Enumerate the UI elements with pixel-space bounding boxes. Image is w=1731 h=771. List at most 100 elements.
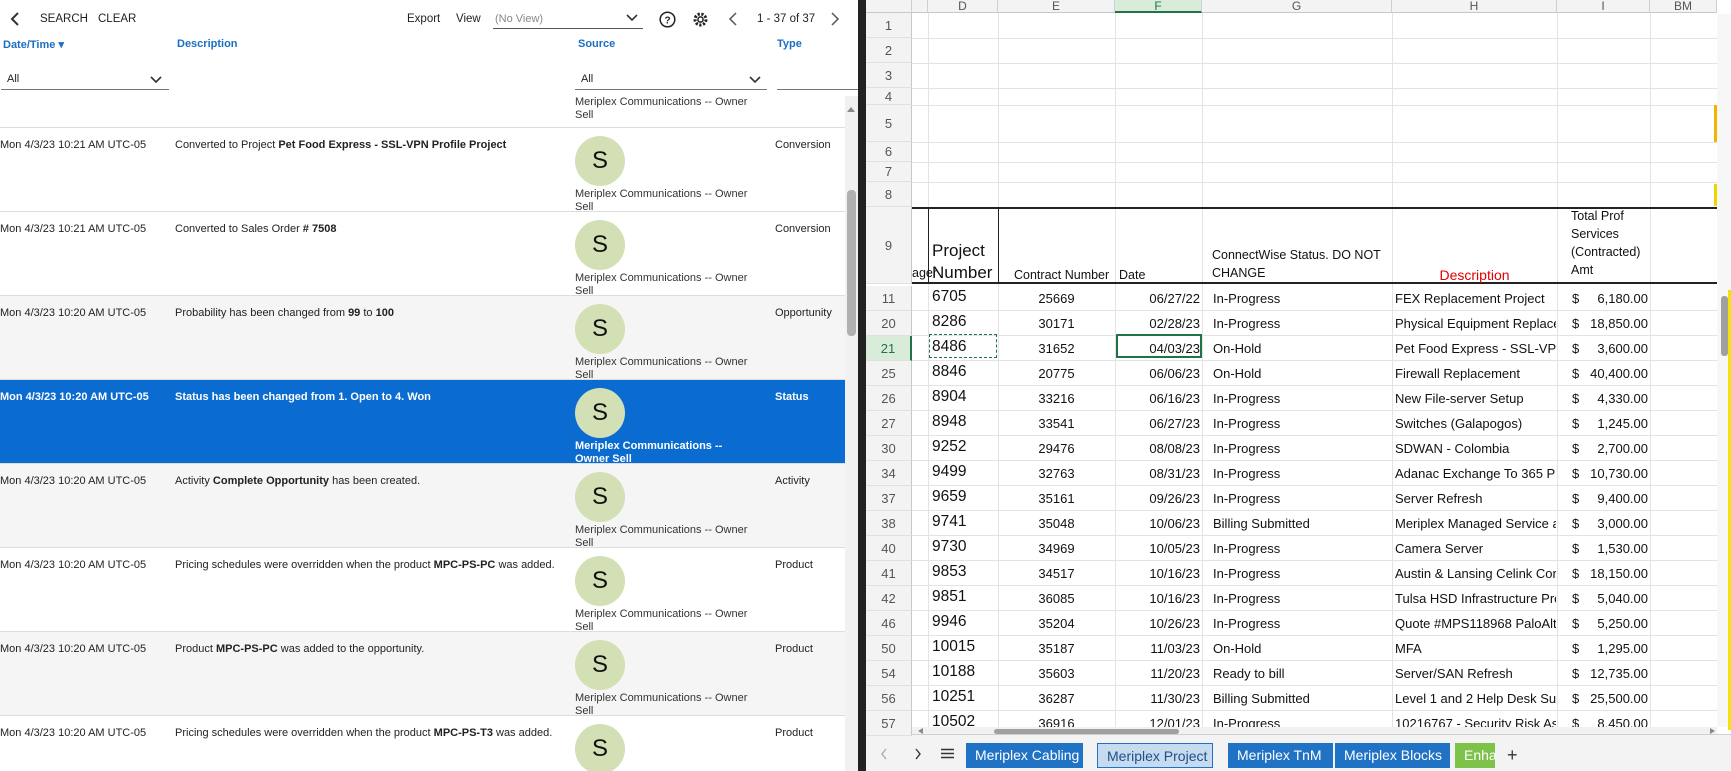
cell-contract-number[interactable]: 34517 xyxy=(998,566,1115,581)
cell-date[interactable]: 06/16/23 xyxy=(1115,391,1200,406)
cell-project-number[interactable]: 9499 xyxy=(932,463,998,481)
datetime-filter-select[interactable]: All xyxy=(1,70,169,90)
row-header[interactable]: 20 xyxy=(866,311,912,336)
cell-amount[interactable]: 3,000.00 xyxy=(1576,516,1648,531)
cell-description[interactable]: Server Refresh xyxy=(1395,491,1556,506)
cell-description[interactable]: Server/SAN Refresh xyxy=(1395,666,1556,681)
cell-amount[interactable]: 2,700.00 xyxy=(1576,441,1648,456)
cell-contract-number[interactable]: 34969 xyxy=(998,541,1115,556)
column-header-h[interactable]: H xyxy=(1392,0,1557,13)
column-header-datetime[interactable]: Date/Time ▾ xyxy=(3,38,64,51)
row-header[interactable]: 42 xyxy=(866,586,912,611)
cell-amount[interactable]: 6,180.00 xyxy=(1576,291,1648,306)
row-header[interactable]: 2 xyxy=(866,38,912,63)
avatar[interactable]: S xyxy=(575,136,625,186)
avatar[interactable]: S xyxy=(575,388,625,438)
row-header[interactable]: 34 xyxy=(866,461,912,486)
cell-date[interactable]: 10/26/23 xyxy=(1115,616,1200,631)
cell-status[interactable]: In-Progress xyxy=(1213,316,1391,331)
list-item-selected[interactable]: Mon 4/3/23 10:20 AM UTC-05 Status has be… xyxy=(0,380,845,465)
cell-description[interactable]: Physical Equipment Replacem xyxy=(1395,316,1556,331)
cell-description[interactable]: Austin & Lansing Celink Cor xyxy=(1395,566,1556,581)
cell-date[interactable]: 09/26/23 xyxy=(1115,491,1200,506)
all-sheets-menu-icon[interactable] xyxy=(941,748,954,759)
column-header-stub[interactable] xyxy=(912,0,928,13)
row-header[interactable]: 25 xyxy=(866,361,912,386)
cell-contract-number[interactable]: 35603 xyxy=(998,666,1115,681)
cell-date[interactable]: 10/16/23 xyxy=(1115,591,1200,606)
cell-date[interactable]: 11/03/23 xyxy=(1115,641,1200,656)
cell-status[interactable]: In-Progress xyxy=(1213,391,1391,406)
cell-status[interactable]: In-Progress xyxy=(1213,491,1391,506)
cell-contract-number[interactable]: 35048 xyxy=(998,516,1115,531)
cell-contract-number[interactable]: 35161 xyxy=(998,491,1115,506)
sheet-tab-meriplex-blocks[interactable]: Meriplex Blocks xyxy=(1335,743,1450,768)
cell-description[interactable]: Level 1 and 2 Help Desk Sup xyxy=(1395,691,1556,706)
row-header[interactable]: 41 xyxy=(866,561,912,586)
select-all-corner[interactable] xyxy=(866,0,912,13)
column-header-description[interactable]: Description xyxy=(177,38,238,50)
window-divider[interactable] xyxy=(858,0,866,771)
header-date[interactable]: Date xyxy=(1119,266,1145,284)
cell-date[interactable]: 06/27/23 xyxy=(1115,416,1200,431)
header-contract-number[interactable]: Contract Number xyxy=(1014,266,1109,284)
sheet-tab-meriplex-cabling[interactable]: Meriplex Cabling xyxy=(966,743,1083,768)
row-header[interactable]: 26 xyxy=(866,386,912,411)
cell-date[interactable]: 06/06/23 xyxy=(1115,366,1200,381)
cell-amount[interactable]: 5,040.00 xyxy=(1576,591,1648,606)
cell-status[interactable]: In-Progress xyxy=(1213,591,1391,606)
avatar[interactable]: S xyxy=(575,304,625,354)
help-icon[interactable]: ? xyxy=(659,11,676,28)
cell-date[interactable]: 02/28/23 xyxy=(1115,316,1200,331)
search-button[interactable]: SEARCH xyxy=(40,13,88,25)
cell-amount[interactable]: 4,330.00 xyxy=(1576,391,1648,406)
cell-description[interactable]: New File-server Setup xyxy=(1395,391,1556,406)
row-header[interactable]: 4 xyxy=(866,88,912,105)
cell-description[interactable]: FEX Replacement Project xyxy=(1395,291,1556,306)
list-item[interactable]: Mon 4/3/23 10:21 AM UTC-05 Converted to … xyxy=(0,212,845,297)
cell-contract-number[interactable]: 31652 xyxy=(998,341,1115,356)
avatar[interactable]: S xyxy=(575,640,625,690)
cell-project-number[interactable]: 9853 xyxy=(932,563,998,581)
cell-status[interactable]: In-Progress xyxy=(1213,466,1391,481)
next-sheet-icon[interactable] xyxy=(914,748,922,760)
cell-amount[interactable]: 18,850.00 xyxy=(1576,316,1648,331)
header-description[interactable]: Description xyxy=(1392,266,1557,284)
cell-status[interactable]: Ready to bill xyxy=(1213,666,1391,681)
cell-status[interactable]: In-Progress xyxy=(1213,416,1391,431)
cell-amount[interactable]: 3,600.00 xyxy=(1576,341,1648,356)
cell-status[interactable]: In-Progress xyxy=(1213,541,1391,556)
cell-contract-number[interactable]: 33216 xyxy=(998,391,1115,406)
cell-status[interactable]: Billing Submitted xyxy=(1213,691,1391,706)
cell-project-number[interactable]: 8904 xyxy=(932,388,998,406)
cell-status[interactable]: On-Hold xyxy=(1213,641,1391,656)
sheet-tab-enha[interactable]: Enha xyxy=(1455,743,1495,768)
cell-project-number[interactable]: 9851 xyxy=(932,588,998,606)
column-header-source[interactable]: Source xyxy=(578,38,615,50)
cell-description[interactable]: Firewall Replacement xyxy=(1395,366,1556,381)
row-header[interactable]: 21 xyxy=(866,336,912,361)
avatar[interactable]: S xyxy=(575,556,625,606)
cell-contract-number[interactable]: 32763 xyxy=(998,466,1115,481)
cell-contract-number[interactable]: 30171 xyxy=(998,316,1115,331)
row-header[interactable]: 40 xyxy=(866,536,912,561)
cell-contract-number[interactable]: 36287 xyxy=(998,691,1115,706)
cell-description[interactable]: Quote #MPS118968 PaloAlt xyxy=(1395,616,1556,631)
list-item[interactable]: Mon 4/3/23 10:20 AM UTC-05 Pricing sched… xyxy=(0,716,845,771)
cell-project-number[interactable]: 9659 xyxy=(932,488,998,506)
column-header-type[interactable]: Type xyxy=(777,38,802,50)
cell-date[interactable]: 08/08/23 xyxy=(1115,441,1200,456)
row-header[interactable]: 54 xyxy=(866,661,912,686)
row-header[interactable]: 38 xyxy=(866,511,912,536)
cell-date[interactable]: 10/06/23 xyxy=(1115,516,1200,531)
cell-status[interactable]: In-Progress xyxy=(1213,441,1391,456)
cell-contract-number[interactable]: 29476 xyxy=(998,441,1115,456)
cell-amount[interactable]: 1,530.00 xyxy=(1576,541,1648,556)
cell-contract-number[interactable]: 25669 xyxy=(998,291,1115,306)
cell-project-number[interactable]: 9730 xyxy=(932,538,998,556)
cell-project-number[interactable]: 8846 xyxy=(932,363,998,381)
cell-project-number[interactable]: 8286 xyxy=(932,313,998,331)
cell-project-number[interactable]: 6705 xyxy=(932,288,998,306)
header-total[interactable]: Total Prof Services (Contracted) Amt xyxy=(1571,207,1656,279)
cell-project-number[interactable]: 9946 xyxy=(932,613,998,631)
